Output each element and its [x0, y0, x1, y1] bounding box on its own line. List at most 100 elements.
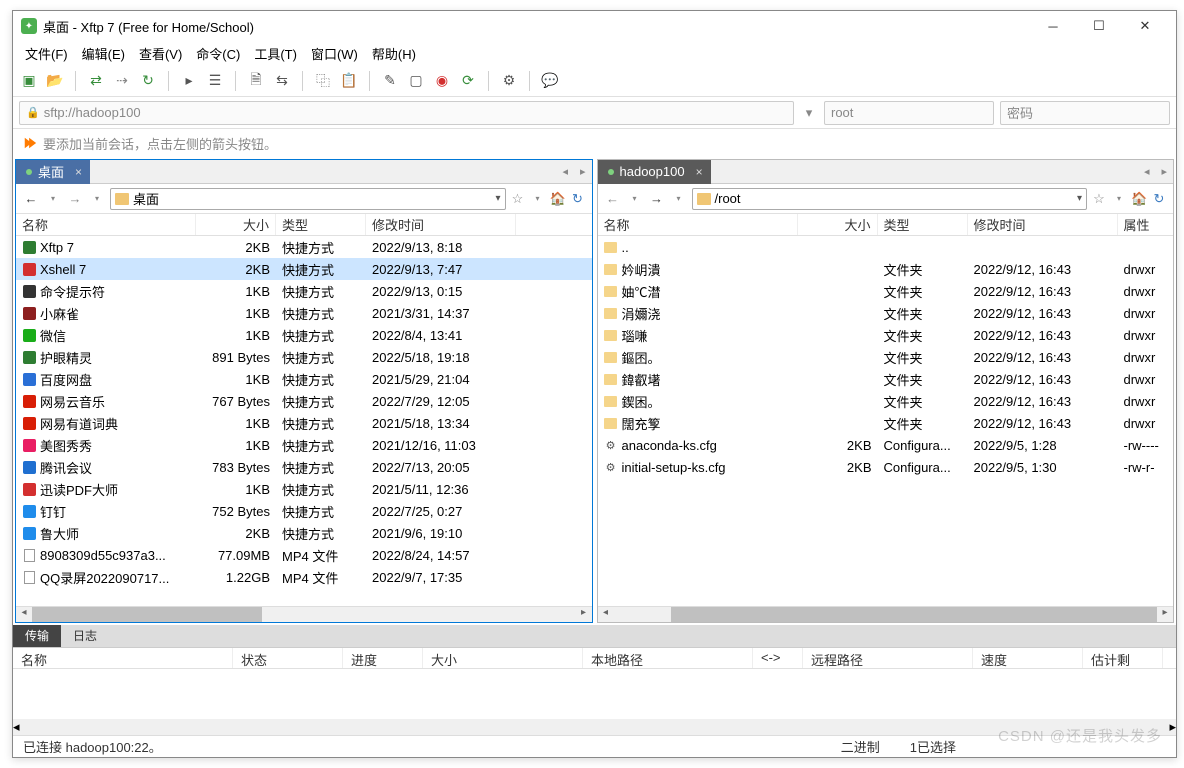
tab-scroll-right-icon[interactable]: ▸: [574, 165, 592, 178]
column-header[interactable]: 类型: [276, 214, 366, 235]
file-row[interactable]: 8908309d55c937a3...77.09MBMP4 文件2022/8/2…: [16, 544, 592, 566]
file-row[interactable]: 鍥困。文件夹2022/9/12, 16:43drwxr: [598, 390, 1174, 412]
star-icon[interactable]: ☆: [1091, 191, 1107, 207]
file-row[interactable]: 妯℃澘文件夹2022/9/12, 16:43drwxr: [598, 280, 1174, 302]
file-row[interactable]: ..: [598, 236, 1174, 258]
menu-item[interactable]: 窗口(W): [305, 42, 364, 65]
address-bar[interactable]: 🔒sftp://hadoop100: [19, 101, 794, 125]
menu-item[interactable]: 命令(C): [190, 42, 246, 65]
column-header[interactable]: 名称: [13, 648, 233, 668]
file-row[interactable]: 鲁大师2KB快捷方式2021/9/6, 19:10: [16, 522, 592, 544]
file-row[interactable]: 网易云音乐767 Bytes快捷方式2022/7/29, 12:05: [16, 390, 592, 412]
file-row[interactable]: 美图秀秀1KB快捷方式2021/12/16, 11:03: [16, 434, 592, 456]
settings-icon[interactable]: ⚙: [499, 71, 519, 91]
file-row[interactable]: ⚙anaconda-ks.cfg2KBConfigura...2022/9/5,…: [598, 434, 1174, 456]
file-row[interactable]: 小麻雀1KB快捷方式2021/3/31, 14:37: [16, 302, 592, 324]
home-icon[interactable]: 🏠: [1131, 191, 1147, 207]
tab-scroll-left-icon[interactable]: ◂: [556, 165, 574, 178]
column-header[interactable]: 远程路径: [803, 648, 973, 668]
fav-dd-icon[interactable]: ▾: [530, 194, 546, 203]
right-hscroll[interactable]: ◂▸: [598, 606, 1174, 622]
column-header[interactable]: 名称: [598, 214, 798, 235]
address-dropdown[interactable]: ▾: [800, 105, 818, 121]
disconnect-icon[interactable]: ⇢: [112, 71, 132, 91]
reconnect-icon[interactable]: ↻: [138, 71, 158, 91]
file-row[interactable]: 腾讯会议783 Bytes快捷方式2022/7/13, 20:05: [16, 456, 592, 478]
file-row[interactable]: ⚙initial-setup-ks.cfg2KBConfigura...2022…: [598, 456, 1174, 478]
column-header[interactable]: 修改时间: [366, 214, 516, 235]
column-header[interactable]: 类型: [878, 214, 968, 235]
left-file-list[interactable]: 名称大小类型修改时间 Xftp 72KB快捷方式2022/9/13, 8:18X…: [16, 214, 592, 606]
file-row[interactable]: 钉钉752 Bytes快捷方式2022/7/25, 0:27: [16, 500, 592, 522]
menu-item[interactable]: 文件(F): [19, 42, 74, 65]
refresh-icon[interactable]: ⟳: [458, 71, 478, 91]
star-icon[interactable]: ☆: [510, 191, 526, 207]
file-row[interactable]: Xftp 72KB快捷方式2022/9/13, 8:18: [16, 236, 592, 258]
help-icon[interactable]: 💬: [540, 71, 560, 91]
file-row[interactable]: 闊充箰文件夹2022/9/12, 16:43drwxr: [598, 412, 1174, 434]
file-row[interactable]: QQ录屏2022090717...1.22GBMP4 文件2022/9/7, 1…: [16, 566, 592, 588]
back-icon[interactable]: ←: [604, 191, 622, 206]
tab-close-icon[interactable]: ×: [75, 165, 82, 179]
list-icon[interactable]: ☰: [205, 71, 225, 91]
column-header[interactable]: 本地路径: [583, 648, 753, 668]
file-row[interactable]: 妗岄潰文件夹2022/9/12, 16:43drwxr: [598, 258, 1174, 280]
refresh-icon[interactable]: ↻: [1151, 191, 1167, 207]
stop-icon[interactable]: ◉: [432, 71, 452, 91]
chevron-down-icon[interactable]: ▾: [495, 193, 500, 204]
column-header[interactable]: 估计剩: [1083, 648, 1163, 668]
file-row[interactable]: 网易有道词典1KB快捷方式2021/5/18, 13:34: [16, 412, 592, 434]
open-folder-icon[interactable]: 📂: [45, 71, 65, 91]
play-icon[interactable]: ▸: [179, 71, 199, 91]
forward-icon[interactable]: →: [648, 191, 666, 206]
log-tab[interactable]: 日志: [61, 625, 109, 647]
column-header[interactable]: 大小: [196, 214, 276, 235]
file-row[interactable]: 命令提示符1KB快捷方式2022/9/13, 0:15: [16, 280, 592, 302]
transfer-tab[interactable]: 传输: [13, 625, 61, 647]
edit-icon[interactable]: ✎: [380, 71, 400, 91]
file-row[interactable]: 百度网盘1KB快捷方式2021/5/29, 21:04: [16, 368, 592, 390]
file-row[interactable]: 鍏叡墸文件夹2022/9/12, 16:43drwxr: [598, 368, 1174, 390]
left-tab[interactable]: 桌面×: [16, 160, 90, 184]
paste-icon[interactable]: 📋: [339, 71, 359, 91]
column-header[interactable]: 状态: [233, 648, 343, 668]
menu-item[interactable]: 帮助(H): [366, 42, 422, 65]
file-row[interactable]: 微信1KB快捷方式2022/8/4, 13:41: [16, 324, 592, 346]
chevron-down-icon[interactable]: ▾: [1077, 193, 1082, 204]
new-session-icon[interactable]: ▣: [19, 71, 39, 91]
password-field[interactable]: 密码: [1000, 101, 1170, 125]
connect-icon[interactable]: ⇄: [86, 71, 106, 91]
sync-icon[interactable]: ⇆: [272, 71, 292, 91]
column-header[interactable]: 大小: [423, 648, 583, 668]
right-tab[interactable]: hadoop100×: [598, 160, 711, 184]
refresh-icon[interactable]: ↻: [570, 191, 586, 207]
tab-scroll-left-icon[interactable]: ◂: [1138, 165, 1156, 178]
maximize-button[interactable]: ☐: [1076, 11, 1122, 41]
file-row[interactable]: 瑙嗛文件夹2022/9/12, 16:43drwxr: [598, 324, 1174, 346]
column-header[interactable]: 属性: [1118, 214, 1174, 235]
left-path-input[interactable]: 桌面▾: [110, 188, 506, 210]
tab-scroll-right-icon[interactable]: ▸: [1155, 165, 1173, 178]
file-row[interactable]: Xshell 72KB快捷方式2022/9/13, 7:47: [16, 258, 592, 280]
transfer-list[interactable]: [13, 669, 1176, 719]
bottom-hscroll[interactable]: ◂▸: [13, 719, 1176, 735]
tab-close-icon[interactable]: ×: [696, 165, 703, 179]
username-field[interactable]: root: [824, 101, 994, 125]
new-file-icon[interactable]: 🗎: [246, 71, 266, 91]
forward-icon[interactable]: →: [66, 191, 84, 206]
back-dd-icon[interactable]: ▾: [44, 194, 62, 203]
column-header[interactable]: 修改时间: [968, 214, 1118, 235]
minimize-button[interactable]: ─: [1030, 11, 1076, 41]
column-header[interactable]: 名称: [16, 214, 196, 235]
right-path-input[interactable]: /root▾: [692, 188, 1088, 210]
column-header[interactable]: 大小: [798, 214, 878, 235]
column-header[interactable]: 进度: [343, 648, 423, 668]
close-button[interactable]: ✕: [1122, 11, 1168, 41]
file-row[interactable]: 迅读PDF大师1KB快捷方式2021/5/11, 12:36: [16, 478, 592, 500]
back-icon[interactable]: ←: [22, 191, 40, 206]
terminal-icon[interactable]: ▢: [406, 71, 426, 91]
fwd-dd-icon[interactable]: ▾: [88, 194, 106, 203]
home-icon[interactable]: 🏠: [550, 191, 566, 207]
menu-item[interactable]: 编辑(E): [76, 42, 131, 65]
menu-item[interactable]: 工具(T): [248, 42, 303, 65]
